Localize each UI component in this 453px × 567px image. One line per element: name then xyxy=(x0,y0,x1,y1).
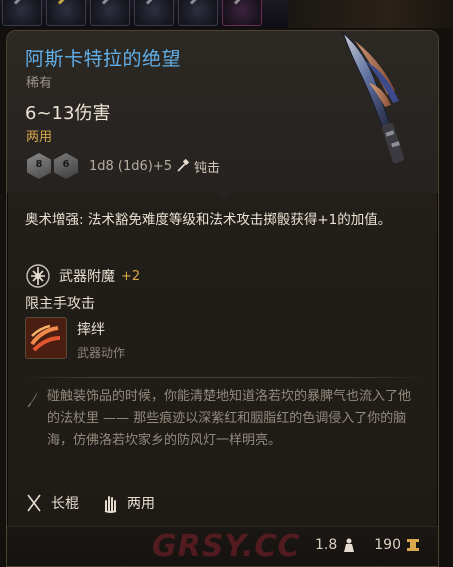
inventory-strip xyxy=(0,0,453,28)
quill-icon xyxy=(27,391,38,408)
staff-icon xyxy=(27,494,41,512)
enchantment-label: 武器附魔 xyxy=(59,269,115,285)
item-rarity: 稀有 xyxy=(26,76,53,91)
weight-icon xyxy=(344,538,355,552)
item-tooltip: 阿斯卡特拉的绝望 稀有 6~13伤害 两用 8 6 1d8 (1d6)+5 钝击 xyxy=(6,30,439,567)
handedness-property: 两用 xyxy=(127,496,155,512)
die-label: 8 xyxy=(35,159,43,170)
damage-type: 钝击 xyxy=(194,160,221,176)
watermark: GRSY.CC xyxy=(152,529,301,564)
topple-action-icon[interactable] xyxy=(25,317,67,359)
gold-icon xyxy=(407,539,419,551)
weapon-action[interactable]: 摔绊 武器动作 xyxy=(25,317,125,361)
tooltip-footer: GRSY.CC 1.8 190 xyxy=(7,526,438,566)
arcane-enhancement-text: 奥术增强: 法术豁免难度等级和法术攻击掷骰获得+1的加值。 xyxy=(25,212,392,228)
enchantment-bonus: +2 xyxy=(121,268,141,284)
tooltip-header: 阿斯卡特拉的绝望 稀有 6~13伤害 两用 8 6 1d8 (1d6)+5 钝击 xyxy=(7,31,438,193)
dice-formula: 1d8 (1d6)+5 xyxy=(89,158,173,174)
die-label: 6 xyxy=(62,159,70,170)
item-handedness: 两用 xyxy=(26,130,53,145)
weapon-image xyxy=(341,31,405,164)
dice-icon: 8 6 xyxy=(27,151,83,181)
lore-text: 碰触装饰品的时候，你能清楚地知道洛若坎的暴脾气也流入了他的法杖里 —— 那些痕迹… xyxy=(47,389,412,448)
inventory-slot[interactable] xyxy=(2,0,42,26)
weight-value: 1.8 xyxy=(315,537,338,553)
d8-die-icon: 8 xyxy=(27,153,51,179)
hammer-icon xyxy=(177,159,190,172)
action-name: 摔绊 xyxy=(77,322,105,338)
inventory-slot[interactable] xyxy=(90,0,130,26)
inventory-slot[interactable] xyxy=(178,0,218,26)
weapon-type: 长棍 xyxy=(51,496,79,512)
hand-icon xyxy=(104,496,117,513)
inventory-slot[interactable] xyxy=(222,0,262,26)
inventory-slot[interactable] xyxy=(134,0,174,26)
d6-die-icon: 6 xyxy=(54,153,78,179)
item-stats: 1.8 190 xyxy=(315,537,420,553)
enchantment-row: 武器附魔 +2 xyxy=(25,263,140,289)
tooltip-effects: 奥术增强: 法术豁免难度等级和法术攻击掷骰获得+1的加值。 武器附魔 +2 限主… xyxy=(7,193,438,383)
inventory-background xyxy=(288,0,453,28)
mainhand-restriction: 限主手攻击 xyxy=(25,296,95,312)
item-name: 阿斯卡特拉的绝望 xyxy=(25,48,182,70)
damage-dice-row: 8 6 1d8 (1d6)+5 钝击 xyxy=(27,151,220,181)
gold-value: 190 xyxy=(374,537,401,553)
item-damage: 6~13伤害 xyxy=(25,103,111,124)
enchantment-icon xyxy=(26,264,50,288)
divider xyxy=(19,377,426,378)
action-type: 武器动作 xyxy=(77,346,126,360)
weapon-properties: 长棍 两用 xyxy=(25,493,177,513)
inventory-slot[interactable] xyxy=(46,0,86,26)
